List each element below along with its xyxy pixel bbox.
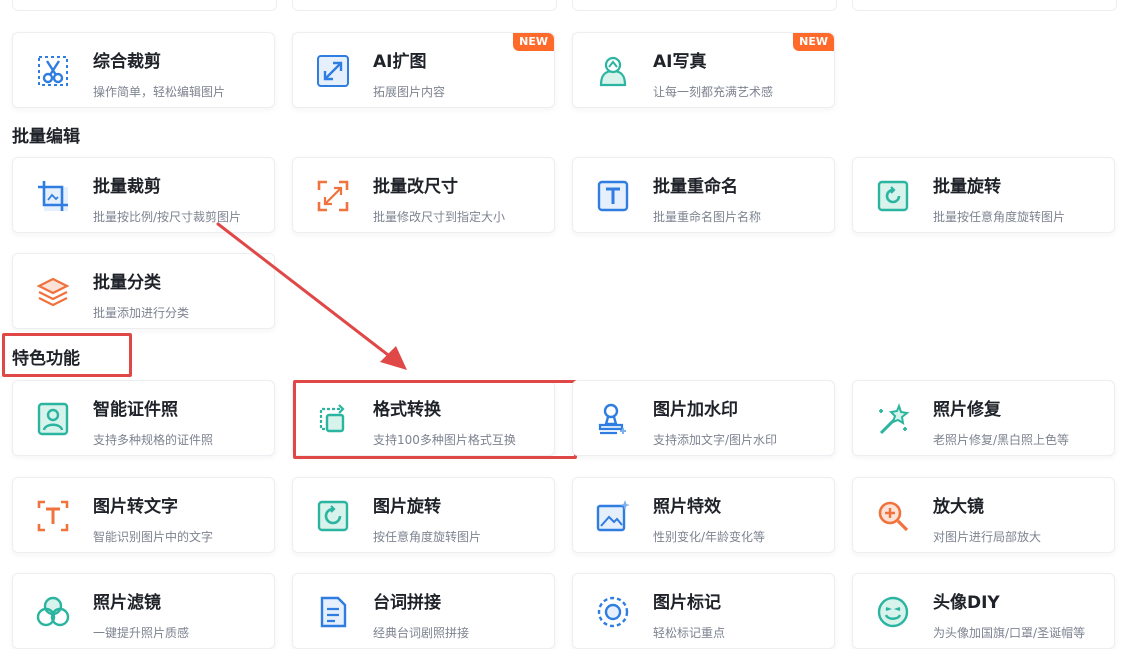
expand-arrows-icon bbox=[315, 53, 351, 89]
card-magnifier[interactable]: 放大镜 对图片进行局部放大 bbox=[852, 477, 1115, 553]
section-title-batch: 批量编辑 bbox=[12, 127, 80, 147]
card-title: 放大镜 bbox=[933, 497, 984, 517]
card-desc: 为头像加国旗/口罩/圣诞帽等 bbox=[933, 626, 1086, 640]
card-desc: 批量修改尺寸到指定大小 bbox=[373, 210, 506, 224]
target-mark-icon bbox=[595, 594, 631, 630]
batch-crop-icon bbox=[35, 178, 71, 214]
ocr-text-icon bbox=[35, 498, 71, 534]
card-desc: 一键提升照片质感 bbox=[93, 626, 190, 640]
card-title: 照片滤镜 bbox=[93, 593, 161, 613]
card-stub[interactable] bbox=[572, 0, 837, 11]
resize-corners-icon bbox=[315, 178, 351, 214]
card-mark[interactable]: 图片标记 轻松标记重点 bbox=[572, 573, 835, 649]
card-filter[interactable]: 照片滤镜 一键提升照片质感 bbox=[12, 573, 275, 649]
card-ocr[interactable]: 图片转文字 智能识别图片中的文字 bbox=[12, 477, 275, 553]
card-desc: 支持添加文字/图片水印 bbox=[653, 433, 778, 447]
card-title: AI扩图 bbox=[373, 52, 427, 72]
card-title: 照片特效 bbox=[653, 497, 721, 517]
card-stub[interactable] bbox=[852, 0, 1117, 11]
card-title: 头像DIY bbox=[933, 593, 1000, 613]
card-batch-crop[interactable]: 批量裁剪 批量按比例/按尺寸裁剪图片 bbox=[12, 157, 275, 233]
card-desc: 智能识别图片中的文字 bbox=[93, 530, 214, 544]
card-desc: 批量添加进行分类 bbox=[93, 306, 190, 320]
document-stitch-icon bbox=[315, 594, 351, 630]
card-lines-stitch[interactable]: 台词拼接 经典台词剧照拼接 bbox=[292, 573, 555, 649]
card-title: 批量重命名 bbox=[653, 177, 738, 197]
magic-wand-icon bbox=[875, 401, 911, 437]
card-batch-resize[interactable]: 批量改尺寸 批量修改尺寸到指定大小 bbox=[292, 157, 555, 233]
card-title: 图片标记 bbox=[653, 593, 721, 613]
layers-icon bbox=[35, 274, 71, 310]
card-batch-rotate[interactable]: 批量旋转 批量按任意角度旋转图片 bbox=[852, 157, 1115, 233]
card-desc: 按任意角度旋转图片 bbox=[373, 530, 482, 544]
card-batch-rename[interactable]: 批量重命名 批量重命名图片名称 bbox=[572, 157, 835, 233]
card-desc: 操作简单，轻松编辑图片 bbox=[93, 85, 226, 99]
card-title: 批量裁剪 bbox=[93, 177, 161, 197]
card-title: 图片旋转 bbox=[373, 497, 441, 517]
card-effects[interactable]: 照片特效 性别变化/年龄变化等 bbox=[572, 477, 835, 553]
card-title: 智能证件照 bbox=[93, 400, 178, 420]
section-title-featured: 特色功能 bbox=[12, 349, 80, 369]
format-convert-icon bbox=[315, 401, 351, 437]
card-title: 综合裁剪 bbox=[93, 52, 161, 72]
card-desc: 性别变化/年龄变化等 bbox=[653, 530, 766, 544]
card-ai-portrait[interactable]: NEW AI写真 让每一刻都充满艺术感 bbox=[572, 32, 835, 108]
card-desc: 轻松标记重点 bbox=[653, 626, 726, 640]
card-desc: 批量按任意角度旋转图片 bbox=[933, 210, 1066, 224]
card-desc: 对图片进行局部放大 bbox=[933, 530, 1042, 544]
card-desc: 支持100多种图片格式互换 bbox=[373, 433, 516, 447]
card-title: 图片转文字 bbox=[93, 497, 178, 517]
image-sparkle-icon bbox=[595, 498, 631, 534]
rotate-circle-icon bbox=[315, 498, 351, 534]
card-desc: 老照片修复/黑白照上色等 bbox=[933, 433, 1070, 447]
card-watermark[interactable]: 图片加水印 支持添加文字/图片水印 bbox=[572, 380, 835, 456]
card-avatar-diy[interactable]: 头像DIY 为头像加国旗/口罩/圣诞帽等 bbox=[852, 573, 1115, 649]
watermark-stamp-icon bbox=[595, 401, 631, 437]
filter-circles-icon bbox=[35, 594, 71, 630]
card-ai-expand[interactable]: NEW AI扩图 拓展图片内容 bbox=[292, 32, 555, 108]
smiley-face-icon bbox=[875, 594, 911, 630]
card-restore[interactable]: 照片修复 老照片修复/黑白照上色等 bbox=[852, 380, 1115, 456]
card-id-photo[interactable]: 智能证件照 支持多种规格的证件照 bbox=[12, 380, 275, 456]
card-rotate[interactable]: 图片旋转 按任意角度旋转图片 bbox=[292, 477, 555, 553]
card-title: 批量分类 bbox=[93, 273, 161, 293]
new-badge: NEW bbox=[793, 33, 834, 51]
card-desc: 批量按比例/按尺寸裁剪图片 bbox=[93, 210, 242, 224]
card-title: 批量改尺寸 bbox=[373, 177, 458, 197]
magnifier-icon bbox=[875, 498, 911, 534]
card-title: AI写真 bbox=[653, 52, 707, 72]
card-desc: 支持多种规格的证件照 bbox=[93, 433, 214, 447]
card-batch-classify[interactable]: 批量分类 批量添加进行分类 bbox=[12, 253, 275, 329]
card-format-convert[interactable]: 格式转换 支持100多种图片格式互换 bbox=[292, 380, 555, 456]
card-stub[interactable] bbox=[292, 0, 557, 11]
card-title: 台词拼接 bbox=[373, 593, 441, 613]
card-stub[interactable] bbox=[12, 0, 277, 11]
card-desc: 拓展图片内容 bbox=[373, 85, 446, 99]
card-desc: 经典台词剧照拼接 bbox=[373, 626, 470, 640]
new-badge: NEW bbox=[513, 33, 554, 51]
card-title: 格式转换 bbox=[373, 400, 441, 420]
card-desc: 让每一刻都充满艺术感 bbox=[653, 85, 774, 99]
id-photo-icon bbox=[35, 401, 71, 437]
rotate-icon bbox=[875, 178, 911, 214]
card-title: 批量旋转 bbox=[933, 177, 1001, 197]
card-title: 图片加水印 bbox=[653, 400, 738, 420]
card-crop[interactable]: 综合裁剪 操作简单，轻松编辑图片 bbox=[12, 32, 275, 108]
card-title: 照片修复 bbox=[933, 400, 1001, 420]
portrait-silhouette-icon bbox=[595, 53, 631, 89]
text-t-icon bbox=[595, 178, 631, 214]
card-desc: 批量重命名图片名称 bbox=[653, 210, 762, 224]
scissors-crop-icon bbox=[35, 53, 71, 89]
